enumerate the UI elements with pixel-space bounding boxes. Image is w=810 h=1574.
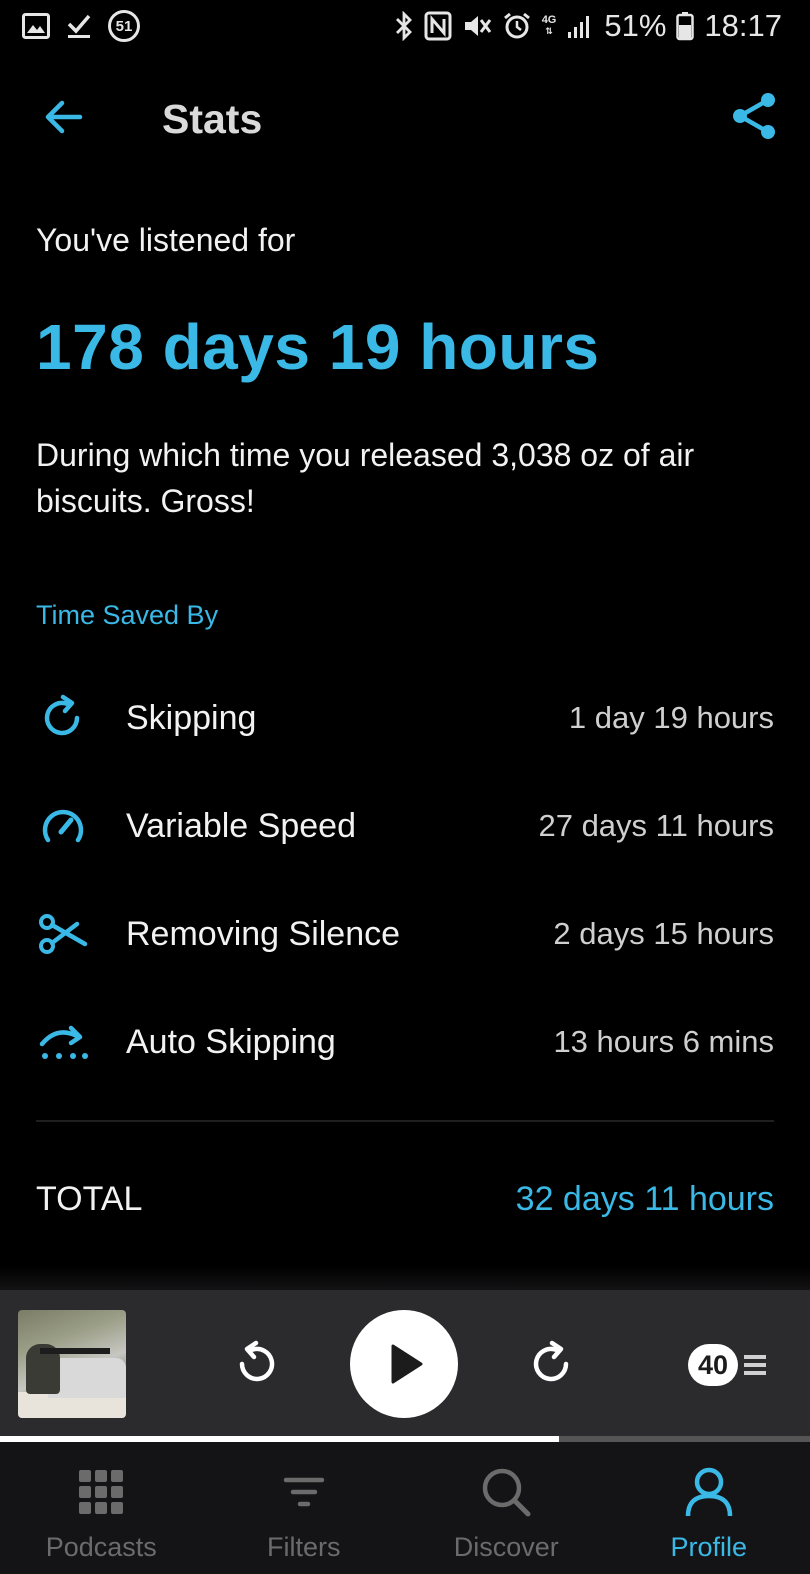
play-icon [391,1344,423,1384]
stat-label: Auto Skipping [126,1022,336,1061]
stat-row-skipping: Skipping 1 day 19 hours [36,686,774,750]
nav-discover[interactable]: Discover [405,1442,608,1574]
profile-icon [681,1464,737,1520]
speedometer-icon [36,799,90,853]
clock: 18:17 [704,8,782,43]
section-title-time-saved: Time Saved By [36,600,219,630]
status-bar: 51 4G ⇅ 51% 18:17 [0,0,810,56]
skip-forward-icon [36,691,90,745]
skip-back-icon [239,1340,275,1382]
skip-forward-icon [533,1340,569,1382]
nav-filters[interactable]: Filters [203,1442,406,1574]
alarm-icon [502,11,532,41]
player-shadow [0,1266,810,1292]
search-icon [478,1464,534,1520]
stat-value: 13 hours 6 mins [553,1024,774,1059]
page-title: Stats [162,96,263,142]
total-listened: 178 days 19 hours [36,311,600,383]
total-label: TOTAL [36,1180,143,1218]
nav-label: Filters [267,1532,341,1562]
up-next-button[interactable]: 40 [688,1344,768,1386]
stat-value: 1 day 19 hours [568,700,774,735]
filter-icon [276,1464,332,1520]
arrow-left-icon [45,100,83,134]
stat-label: Variable Speed [126,806,356,845]
stat-row-variable-speed: Variable Speed 27 days 11 hours [36,794,774,858]
stat-value: 2 days 15 hours [553,916,774,951]
gallery-notification-icon [22,13,50,39]
notification-badge: 51 [108,10,140,42]
nav-profile[interactable]: Profile [608,1442,810,1574]
scissors-icon [36,907,90,961]
auto-skip-icon [36,1015,90,1069]
share-icon [733,93,775,139]
share-button[interactable] [728,90,780,142]
stat-row-auto-skipping: Auto Skipping 13 hours 6 mins [36,1010,774,1074]
play-button[interactable] [350,1310,458,1418]
nav-podcasts[interactable]: Podcasts [0,1442,203,1574]
battery-icon [676,11,695,41]
queue-list-icon [744,1355,767,1375]
grid-icon [73,1464,129,1520]
network-type-icon: 4G ⇅ [541,14,557,37]
nfc-icon [424,11,452,41]
battery-percent: 51% [604,8,667,43]
episode-artwork[interactable] [18,1310,126,1418]
mini-player[interactable]: 40 [0,1290,810,1438]
nav-label: Podcasts [45,1532,157,1562]
listened-intro: You've listened for [36,222,296,258]
stat-value: 27 days 11 hours [538,808,774,843]
stat-label: Skipping [126,698,257,737]
skip-back-button[interactable] [228,1336,284,1392]
bottom-nav: Podcasts Filters Discover Profile [0,1442,810,1574]
divider [36,1120,774,1122]
nav-label: Discover [453,1532,559,1562]
download-done-icon [66,12,92,40]
skip-forward-button[interactable] [524,1336,580,1392]
fun-fact: During which time you released 3,038 oz … [36,437,695,519]
nav-label: Profile [670,1532,748,1562]
app-bar: Stats [0,80,810,156]
signal-icon [566,12,594,40]
mute-icon [462,11,492,41]
bluetooth-icon [394,11,414,41]
stat-label: Removing Silence [126,914,401,953]
stat-row-removing-silence: Removing Silence 2 days 15 hours [36,902,774,966]
back-button[interactable] [40,92,90,142]
total-value: 32 days 11 hours [515,1180,774,1218]
queue-count: 40 [688,1344,739,1386]
